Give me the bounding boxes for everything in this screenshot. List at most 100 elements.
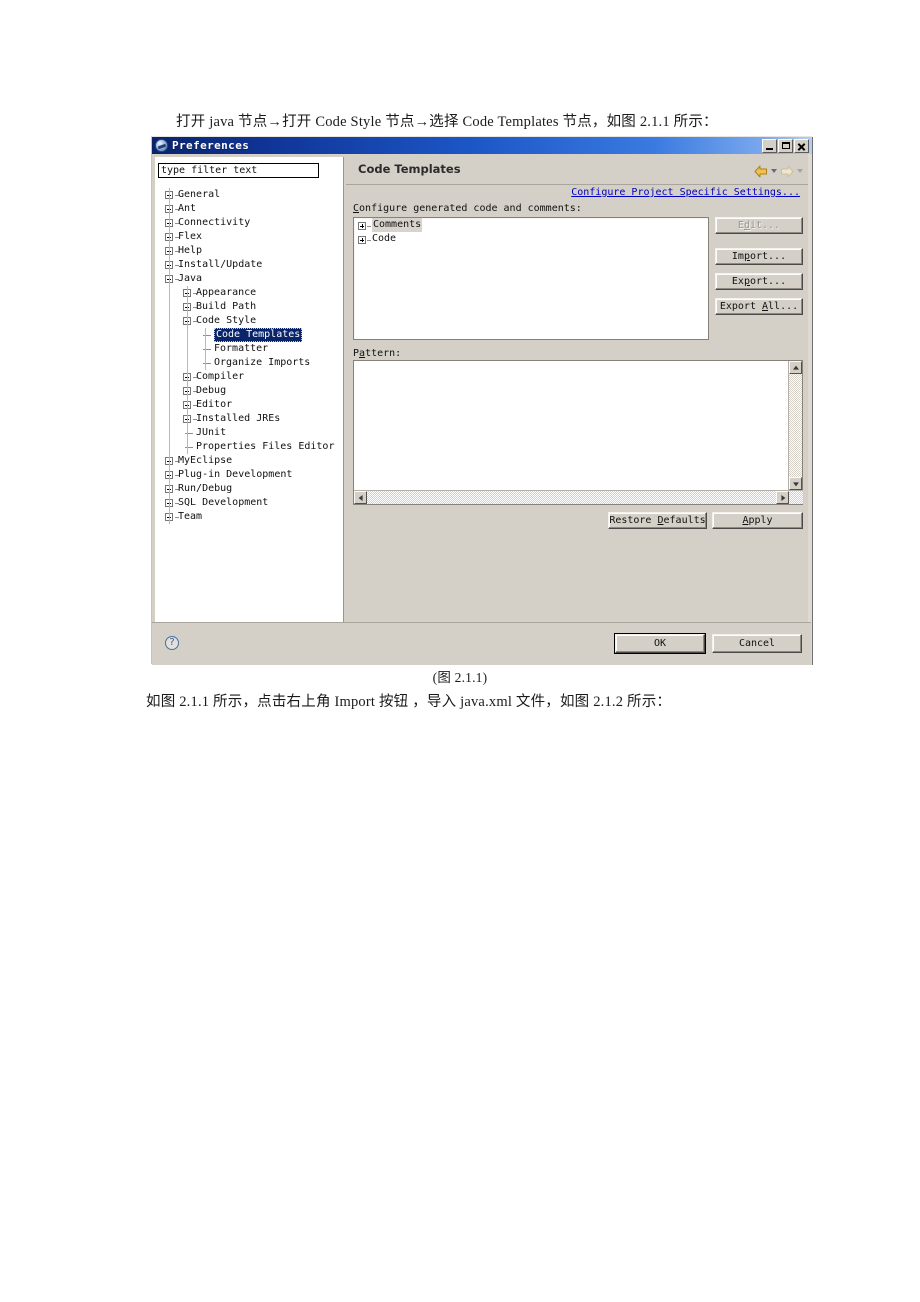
sidebar-item-plug-in-development[interactable]: Plug-in Development [155, 468, 344, 482]
sidebar-item-formatter[interactable]: Formatter [155, 342, 344, 356]
tree-guide-line [187, 286, 188, 454]
sidebar-item-label: Formatter [214, 343, 269, 354]
sidebar-item-connectivity[interactable]: Connectivity [155, 216, 344, 230]
sidebar-item-label: Code Style [196, 315, 257, 326]
sidebar-item-junit[interactable]: JUnit [155, 426, 344, 440]
minimize-icon[interactable] [762, 138, 777, 153]
sidebar-item-installed-jres[interactable]: Installed JREs [155, 412, 344, 426]
export-all-button[interactable]: Export All... [715, 298, 803, 315]
page-title: Code Templates [358, 162, 461, 176]
sidebar-item-sql-development[interactable]: SQL Development [155, 496, 344, 510]
preferences-globe-icon [155, 139, 168, 152]
sidebar-item-debug[interactable]: Debug [155, 384, 344, 398]
close-icon[interactable] [794, 138, 809, 153]
template-list-item[interactable]: Comments [354, 218, 708, 232]
edit-button: Edit... [715, 217, 803, 234]
sidebar-item-label: Ant [178, 203, 197, 214]
window-titlebar[interactable]: Preferences [152, 137, 812, 154]
dialog-footer: ? OK Cancel [152, 622, 811, 665]
scroll-down-button[interactable] [789, 477, 802, 490]
sidebar-item-label: MyEclipse [178, 455, 233, 466]
sidebar-item-label: Appearance [196, 287, 257, 298]
restore-defaults-button[interactable]: Restore Defaults [608, 512, 707, 529]
sidebar-item-label: Run/Debug [178, 483, 233, 494]
sidebar-item-label: Debug [196, 385, 227, 396]
sidebar-item-appearance[interactable]: Appearance [155, 286, 344, 300]
tree-expand-icon[interactable] [358, 236, 366, 244]
apply-button[interactable]: Apply [712, 512, 803, 529]
panel-action-row: Restore Defaults Apply [346, 512, 809, 532]
tree-connector [367, 240, 371, 241]
sidebar-item-label: Flex [178, 231, 203, 242]
scroll-right-button[interactable] [776, 491, 789, 504]
sidebar-item-code-templates[interactable]: Code Templates [155, 328, 344, 342]
ok-button[interactable]: OK [614, 633, 706, 654]
pattern-textarea[interactable] [353, 360, 803, 505]
forward-arrow-icon [780, 163, 794, 178]
preferences-window: Preferences type filter text General Ant C… [151, 136, 812, 665]
scroll-left-button[interactable] [354, 491, 367, 504]
template-list-item-label: Code [372, 233, 397, 244]
import-button[interactable]: Import... [715, 248, 803, 265]
sidebar-item-label: Code Templates [214, 328, 303, 342]
sidebar-item-install-update[interactable]: Install/Update [155, 258, 344, 272]
window-body: type filter text General Ant Connectivity F… [152, 154, 812, 665]
content-panel: Code Templates Configure Project Specifi… [346, 157, 809, 637]
preferences-tree[interactable]: General Ant Connectivity Flex Help Install/Up… [155, 188, 344, 524]
scroll-up-button[interactable] [789, 361, 802, 374]
sidebar-item-properties-files-editor[interactable]: Properties Files Editor [155, 440, 344, 454]
sidebar-item-label: Compiler [196, 371, 245, 382]
sidebar-item-ant[interactable]: Ant [155, 202, 344, 216]
sidebar-item-label: General [178, 189, 221, 200]
pattern-label: Pattern: [353, 348, 402, 359]
sidebar-item-java[interactable]: Java [155, 272, 344, 286]
sidebar-item-label: Team [178, 511, 203, 522]
pattern-horizontal-scrollbar[interactable] [354, 490, 803, 504]
sidebar-item-editor[interactable]: Editor [155, 398, 344, 412]
generated-code-label: Configure generated code and comments: [353, 203, 582, 214]
pattern-vertical-scrollbar[interactable] [788, 361, 802, 490]
sidebar-item-organize-imports[interactable]: Organize Imports [155, 356, 344, 370]
sidebar-item-help[interactable]: Help [155, 244, 344, 258]
help-question-icon[interactable]: ? [165, 636, 179, 650]
sidebar-item-run-debug[interactable]: Run/Debug [155, 482, 344, 496]
preferences-tree-panel: type filter text General Ant Connectivity F… [155, 157, 344, 637]
sidebar-item-label: Editor [196, 399, 233, 410]
sidebar-item-build-path[interactable]: Build Path [155, 300, 344, 314]
sidebar-item-label: Connectivity [178, 217, 251, 228]
sidebar-item-label: Plug-in Development [178, 469, 293, 480]
window-right-edge [808, 154, 812, 665]
sidebar-item-label: Help [178, 245, 203, 256]
sidebar-item-label: Install/Update [178, 259, 263, 270]
sidebar-item-label: SQL Development [178, 497, 269, 508]
tree-guide-line [169, 188, 170, 524]
search-input[interactable]: type filter text [158, 163, 319, 178]
back-history-chevron-down-icon[interactable] [771, 168, 777, 173]
tree-connector [367, 226, 371, 227]
code-templates-list[interactable]: Comments Code [353, 217, 709, 340]
sidebar-item-compiler[interactable]: Compiler [155, 370, 344, 384]
sidebar-item-team[interactable]: Team [155, 510, 344, 524]
sidebar-item-flex[interactable]: Flex [155, 230, 344, 244]
content-header: Code Templates [346, 157, 809, 185]
configure-project-specific-settings-link[interactable]: Configure Project Specific Settings... [571, 187, 800, 198]
sidebar-item-general[interactable]: General [155, 188, 344, 202]
sidebar-item-label: JUnit [196, 427, 227, 438]
sidebar-item-label: Installed JREs [196, 413, 281, 424]
template-list-item[interactable]: Code [354, 232, 708, 246]
export-button[interactable]: Export... [715, 273, 803, 290]
sidebar-item-code-style[interactable]: Code Style [155, 314, 344, 328]
sidebar-item-label: Java [178, 273, 203, 284]
intro-paragraph: 打开 java 节点→打开 Code Style 节点→选择 Code Temp… [176, 114, 718, 130]
forward-history-chevron-down-icon [797, 168, 803, 173]
template-actions: Edit... Import... Export... Export All... [715, 217, 803, 323]
sidebar-item-myeclipse[interactable]: MyEclipse [155, 454, 344, 468]
back-arrow-icon[interactable] [754, 163, 768, 178]
tree-expand-icon[interactable] [358, 222, 366, 230]
sidebar-item-label: Build Path [196, 301, 257, 312]
following-paragraph: 如图 2.1.1 所示，点击右上角 Import 按钮 ，导入 java.xml… [146, 694, 672, 710]
figure-caption: (图 2.1.1) [432, 670, 488, 685]
window-controls [762, 138, 810, 153]
cancel-button[interactable]: Cancel [712, 634, 802, 653]
maximize-icon[interactable] [778, 138, 793, 153]
